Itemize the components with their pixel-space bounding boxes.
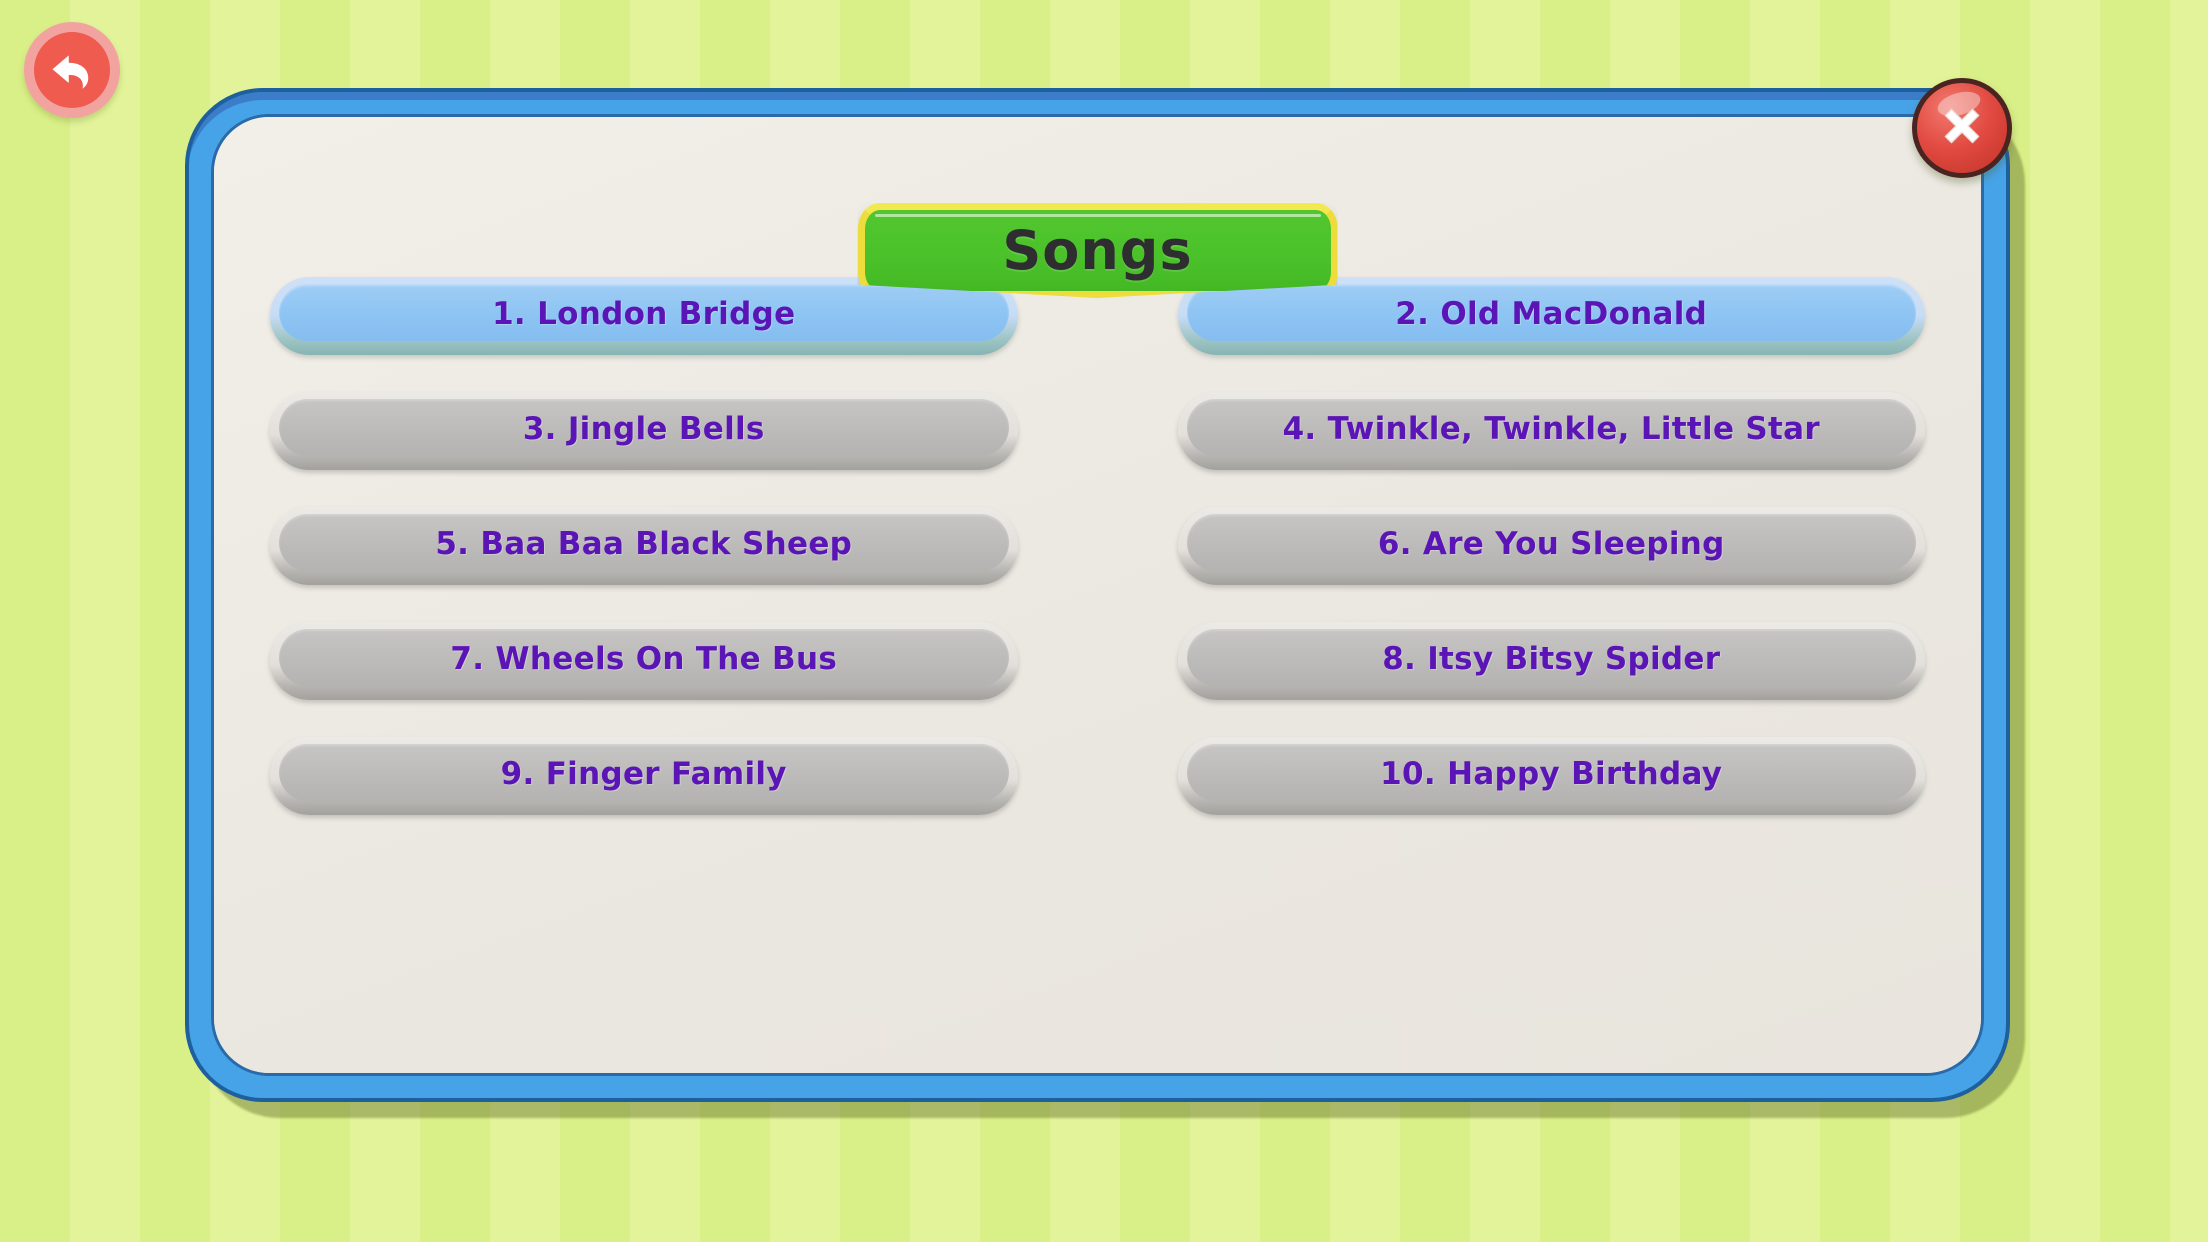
page-title: Songs (1002, 219, 1193, 282)
song-button-6[interactable]: 6. Are You Sleeping (1177, 507, 1925, 585)
back-button-inner (34, 32, 110, 108)
song-button-label: 6. Are You Sleeping (1377, 525, 1725, 562)
song-button-7[interactable]: 7. Wheels On The Bus (270, 622, 1018, 700)
song-button-label: 9. Finger Family (500, 755, 787, 792)
songs-panel-inner: Songs 1. London Bridge 2. Old MacDonald (211, 114, 1984, 1076)
song-button-4[interactable]: 4. Twinkle, Twinkle, Little Star (1177, 392, 1925, 470)
app-screen: Songs 1. London Bridge 2. Old MacDonald (0, 0, 2208, 1242)
song-button-label: 5. Baa Baa Black Sheep (435, 525, 853, 562)
song-button-label: 4. Twinkle, Twinkle, Little Star (1282, 410, 1820, 447)
song-list: 1. London Bridge 2. Old MacDonald 3. Jin… (214, 277, 1981, 815)
page-title-banner: Songs (857, 203, 1338, 298)
song-button-label: 10. Happy Birthday (1380, 755, 1723, 792)
song-button-2[interactable]: 2. Old MacDonald (1177, 277, 1925, 355)
song-button-5[interactable]: 5. Baa Baa Black Sheep (270, 507, 1018, 585)
back-button[interactable] (24, 22, 120, 118)
song-button-label: 7. Wheels On The Bus (450, 640, 838, 677)
song-button-label: 1. London Bridge (492, 295, 796, 332)
song-button-8[interactable]: 8. Itsy Bitsy Spider (1177, 622, 1925, 700)
close-button[interactable] (1912, 78, 2012, 178)
song-button-label: 3. Jingle Bells (522, 410, 765, 447)
song-button-9[interactable]: 9. Finger Family (270, 737, 1018, 815)
song-button-3[interactable]: 3. Jingle Bells (270, 392, 1018, 470)
song-button-1[interactable]: 1. London Bridge (270, 277, 1018, 355)
songs-panel: Songs 1. London Bridge 2. Old MacDonald (185, 78, 2012, 1102)
back-arrow-icon (46, 44, 98, 96)
song-button-label: 2. Old MacDonald (1395, 295, 1708, 332)
song-button-label: 8. Itsy Bitsy Spider (1382, 640, 1721, 677)
close-x-icon (1934, 98, 1990, 158)
song-button-10[interactable]: 10. Happy Birthday (1177, 737, 1925, 815)
